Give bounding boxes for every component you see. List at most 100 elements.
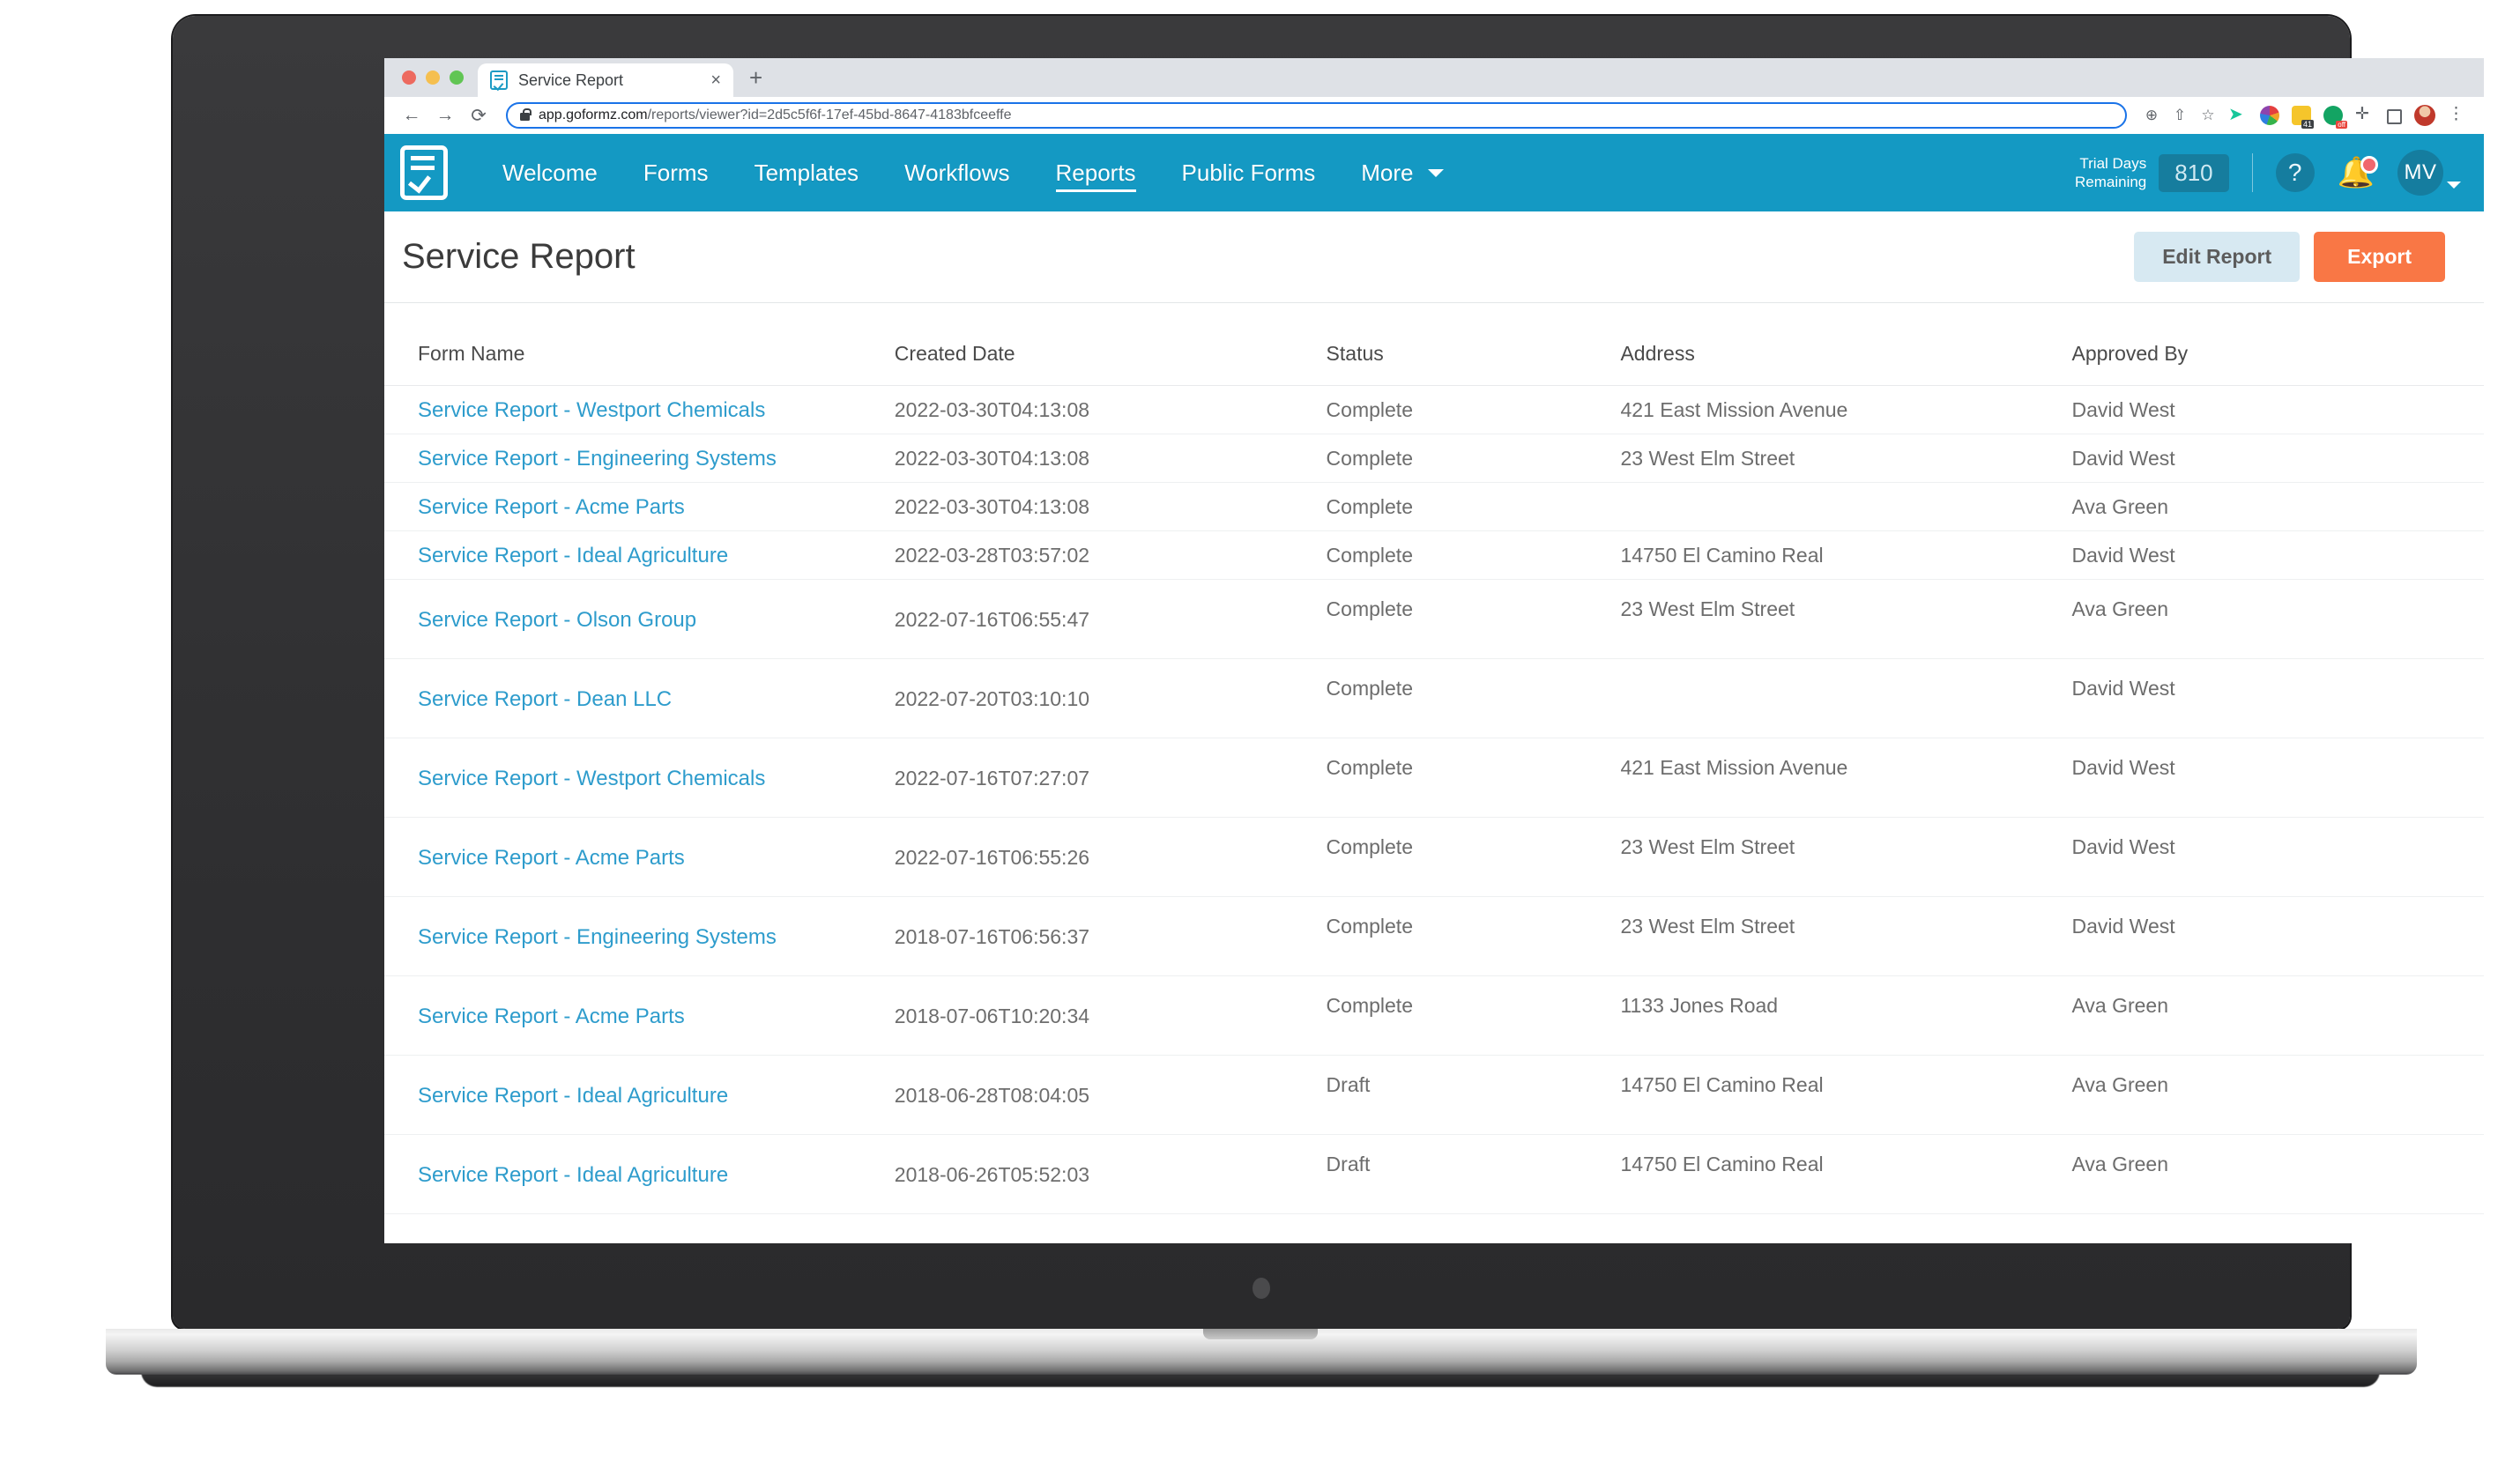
- cell-approved-by: David West: [2071, 677, 2175, 700]
- form-name-link[interactable]: Service Report - Engineering Systems: [418, 447, 777, 471]
- table-row[interactable]: Service Report - Ideal Agriculture 2018-0…: [384, 1135, 2484, 1214]
- browser-profile-avatar[interactable]: [2414, 105, 2435, 126]
- nav-item-more[interactable]: More: [1338, 134, 1466, 211]
- cell-form-name: Service Report - Acme Parts: [384, 483, 895, 531]
- minimize-window-button[interactable]: [426, 70, 440, 85]
- form-name-link[interactable]: Service Report - Ideal Agriculture: [418, 544, 728, 567]
- table-row[interactable]: Service Report - Acme Parts 2022-03-30T04…: [384, 483, 2484, 531]
- table-row[interactable]: Service Report - Engineering Systems 2022…: [384, 434, 2484, 483]
- cell-address: [1620, 659, 2071, 738]
- browser-tab[interactable]: Service Report ×: [478, 63, 733, 97]
- nav-item-forms[interactable]: Forms: [621, 134, 732, 211]
- form-checklist-icon: [490, 70, 508, 90]
- cell-created-date: 2018-06-28T08:04:05: [894, 1084, 1090, 1107]
- notifications-button[interactable]: 🔔: [2338, 156, 2378, 188]
- trial-label: Trial Days Remaining: [2075, 154, 2146, 192]
- cell-created-date: 2022-07-20T03:10:10: [894, 687, 1090, 710]
- form-name-link[interactable]: Service Report - Acme Parts: [418, 495, 685, 519]
- table-row[interactable]: Service Report - Dean LLC 2022-07-20T03:1…: [384, 659, 2484, 738]
- form-name-link[interactable]: Service Report - Westport Chemicals: [418, 767, 765, 790]
- avatar: MV: [2397, 150, 2443, 196]
- cell-approved-by: David West: [2071, 915, 2175, 938]
- form-name-link[interactable]: Service Report - Ideal Agriculture: [418, 1163, 728, 1187]
- column-header-approved-by[interactable]: Approved By: [2071, 342, 2484, 386]
- cell-status: Draft: [1326, 1153, 1371, 1175]
- cell-status: Complete: [1326, 915, 1413, 938]
- laptop-lid: Service Report × + ← → ⟳ app.goformz.com…: [173, 16, 2484, 1329]
- cell-address: 421 East Mission Avenue: [1620, 398, 1848, 421]
- trial-label-line1: Trial Days: [2079, 154, 2147, 172]
- forward-icon[interactable]: →: [430, 100, 460, 130]
- trial-label-line2: Remaining: [2075, 174, 2147, 190]
- notification-badge-dot: [2360, 156, 2378, 174]
- column-header-form-name[interactable]: Form Name: [384, 342, 895, 386]
- back-icon[interactable]: ←: [397, 100, 427, 130]
- zoom-icon[interactable]: ⊕: [2139, 103, 2164, 128]
- nav-item-workflows[interactable]: Workflows: [881, 134, 1032, 211]
- browser-tab-title: Service Report: [518, 70, 624, 89]
- url-path: /reports/viewer?id=2d5c5f6f-17ef-45bd-86…: [647, 108, 1012, 122]
- close-window-button[interactable]: [402, 70, 416, 85]
- new-tab-button[interactable]: +: [749, 64, 762, 92]
- column-header-created-date[interactable]: Created Date: [894, 342, 1327, 386]
- table-row[interactable]: Service Report - Westport Chemicals 2022-…: [384, 386, 2484, 434]
- cell-status: Complete: [1326, 677, 1413, 700]
- user-menu[interactable]: MV: [2397, 150, 2461, 196]
- form-name-link[interactable]: Service Report - Dean LLC: [418, 687, 672, 711]
- bookmark-star-icon[interactable]: ☆: [2196, 103, 2220, 128]
- cell-form-name: Service Report - Dean LLC: [384, 659, 895, 738]
- extension-notes-icon[interactable]: [2292, 106, 2314, 129]
- share-icon[interactable]: ⇧: [2167, 103, 2192, 128]
- close-icon[interactable]: ×: [710, 71, 721, 89]
- form-name-link[interactable]: Service Report - Westport Chemicals: [418, 398, 765, 422]
- browser-menu-icon[interactable]: ⋮: [2448, 106, 2467, 125]
- cell-form-name: Service Report - Ideal Agriculture: [384, 1056, 895, 1135]
- cell-approved-by: Ava Green: [2071, 1153, 2169, 1175]
- table-row[interactable]: Service Report - Acme Parts 2018-07-06T10…: [384, 976, 2484, 1056]
- reload-icon[interactable]: ⟳: [464, 100, 494, 130]
- help-icon[interactable]: ?: [2275, 153, 2315, 192]
- table-row[interactable]: Service Report - Engineering Systems 2018…: [384, 897, 2484, 976]
- table-row[interactable]: Service Report - Acme Parts 2022-07-16T06…: [384, 818, 2484, 897]
- form-name-link[interactable]: Service Report - Acme Parts: [418, 846, 685, 870]
- maximize-window-button[interactable]: [450, 70, 464, 85]
- form-name-link[interactable]: Service Report - Engineering Systems: [418, 925, 777, 949]
- table-row[interactable]: Service Report - Ideal Agriculture 2022-0…: [384, 531, 2484, 580]
- cell-address: 23 West Elm Street: [1620, 835, 1795, 858]
- extension-square-icon[interactable]: [2387, 108, 2402, 124]
- puzzle-icon[interactable]: ✛: [2355, 106, 2375, 125]
- edit-report-button[interactable]: Edit Report: [2134, 232, 2301, 282]
- export-button[interactable]: Export: [2314, 232, 2445, 282]
- report-table: Form Name Created Date Status Address Ap…: [384, 342, 2484, 1214]
- cell-created-date: 2018-06-26T05:52:03: [894, 1163, 1090, 1186]
- lock-icon: [520, 108, 532, 121]
- extension-bird-icon[interactable]: ➤: [2228, 106, 2248, 125]
- form-name-link[interactable]: Service Report - Acme Parts: [418, 1005, 685, 1028]
- extension-privacy-icon[interactable]: [2323, 106, 2347, 129]
- nav-label: Welcome: [502, 159, 598, 186]
- nav-item-welcome[interactable]: Welcome: [479, 134, 621, 211]
- nav-item-public-forms[interactable]: Public Forms: [1159, 134, 1339, 211]
- column-header-address[interactable]: Address: [1620, 342, 2072, 386]
- table-row[interactable]: Service Report - Olson Group 2022-07-16T0…: [384, 580, 2484, 659]
- nav-item-reports[interactable]: Reports: [1033, 134, 1159, 211]
- extension-colorwheel-icon[interactable]: [2260, 106, 2279, 125]
- page-title: Service Report: [402, 237, 636, 276]
- column-header-status[interactable]: Status: [1326, 342, 1621, 386]
- nav-label: Reports: [1055, 159, 1136, 186]
- cell-address: 14750 El Camino Real: [1620, 544, 1824, 567]
- table-row[interactable]: Service Report - Westport Chemicals 2022-…: [384, 738, 2484, 818]
- cell-status: Complete: [1326, 835, 1413, 858]
- goformz-logo-icon[interactable]: [400, 145, 448, 200]
- cell-status: Complete: [1326, 398, 1413, 421]
- form-name-link[interactable]: Service Report - Ideal Agriculture: [418, 1084, 728, 1108]
- address-bar[interactable]: app.goformz.com/reports/viewer?id=2d5c5f…: [506, 102, 2127, 129]
- form-name-link[interactable]: Service Report - Olson Group: [418, 608, 696, 632]
- cell-form-name: Service Report - Ideal Agriculture: [384, 1135, 895, 1214]
- cell-created-date: 2022-03-30T04:13:08: [894, 398, 1090, 421]
- trial-status: Trial Days Remaining 810: [2075, 153, 2229, 192]
- table-row[interactable]: Service Report - Ideal Agriculture 2018-0…: [384, 1056, 2484, 1135]
- cell-form-name: Service Report - Westport Chemicals: [384, 738, 895, 818]
- nav-item-templates[interactable]: Templates: [732, 134, 882, 211]
- nav-label: Workflows: [904, 159, 1010, 186]
